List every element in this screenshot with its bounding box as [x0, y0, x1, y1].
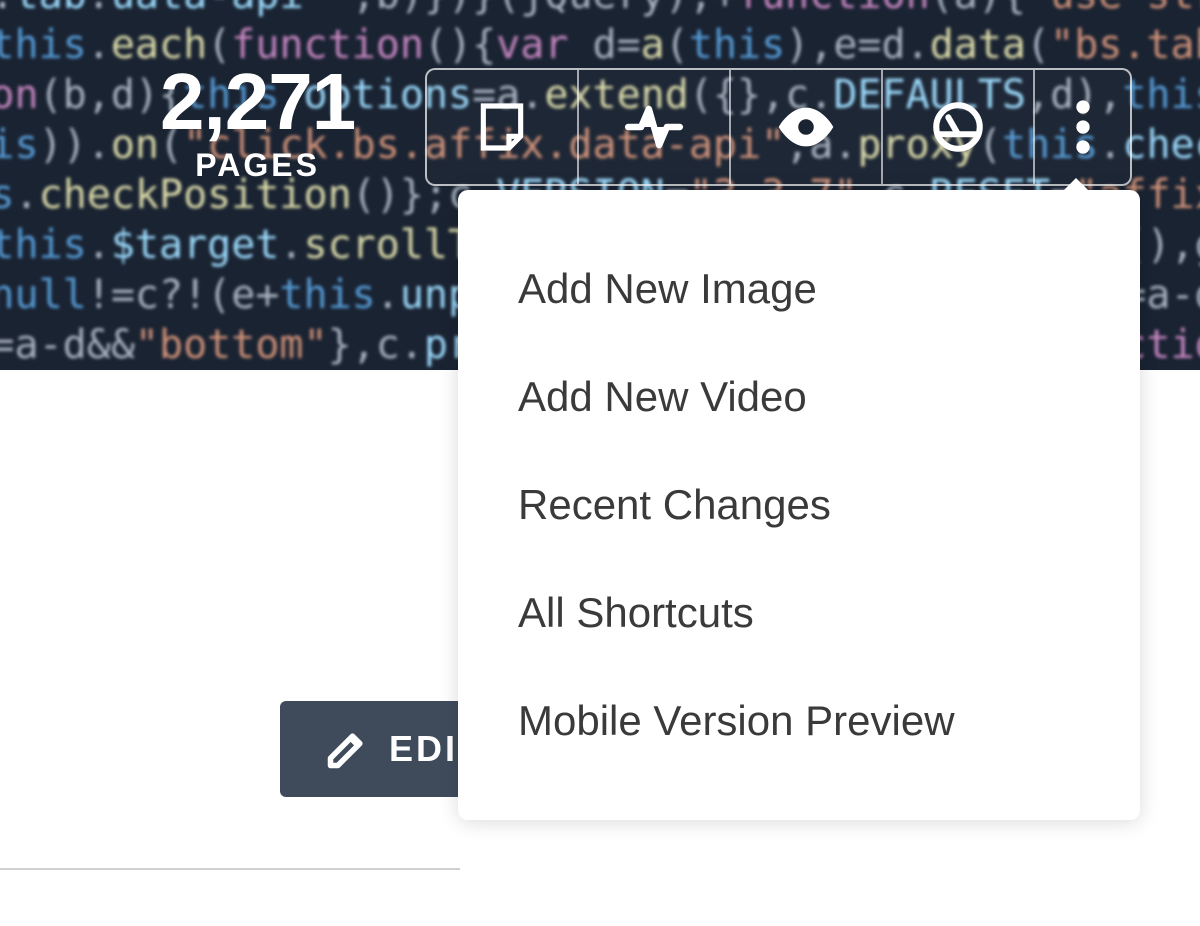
content-divider	[0, 868, 460, 870]
toolbar-note-button[interactable]	[427, 70, 579, 184]
toolbar-activity-button[interactable]	[579, 70, 731, 184]
dropdown-mobile-version-preview[interactable]: Mobile Version Preview	[458, 667, 1140, 775]
dropdown-add-new-image[interactable]: Add New Image	[458, 235, 1140, 343]
more-icon	[1063, 97, 1103, 157]
header-toolbar	[425, 68, 1132, 186]
note-icon	[474, 99, 530, 155]
toolbar-more-button[interactable]	[1035, 70, 1130, 184]
page-count-number: 2,271	[160, 62, 355, 142]
page-count-label: PAGES	[160, 147, 355, 184]
dropdown-add-new-video[interactable]: Add New Video	[458, 343, 1140, 451]
page-count: 2,271 PAGES	[160, 62, 355, 184]
pencil-icon	[325, 727, 369, 771]
activity-icon	[623, 96, 685, 158]
toolbar-gauge-button[interactable]	[883, 70, 1035, 184]
more-dropdown-menu: Add New Image Add New Video Recent Chang…	[458, 190, 1140, 820]
dropdown-recent-changes[interactable]: Recent Changes	[458, 451, 1140, 559]
eye-icon	[775, 96, 837, 158]
dropdown-all-shortcuts[interactable]: All Shortcuts	[458, 559, 1140, 667]
gauge-icon	[929, 98, 987, 156]
toolbar-eye-button[interactable]	[731, 70, 883, 184]
edit-button-label: EDI	[389, 728, 458, 770]
